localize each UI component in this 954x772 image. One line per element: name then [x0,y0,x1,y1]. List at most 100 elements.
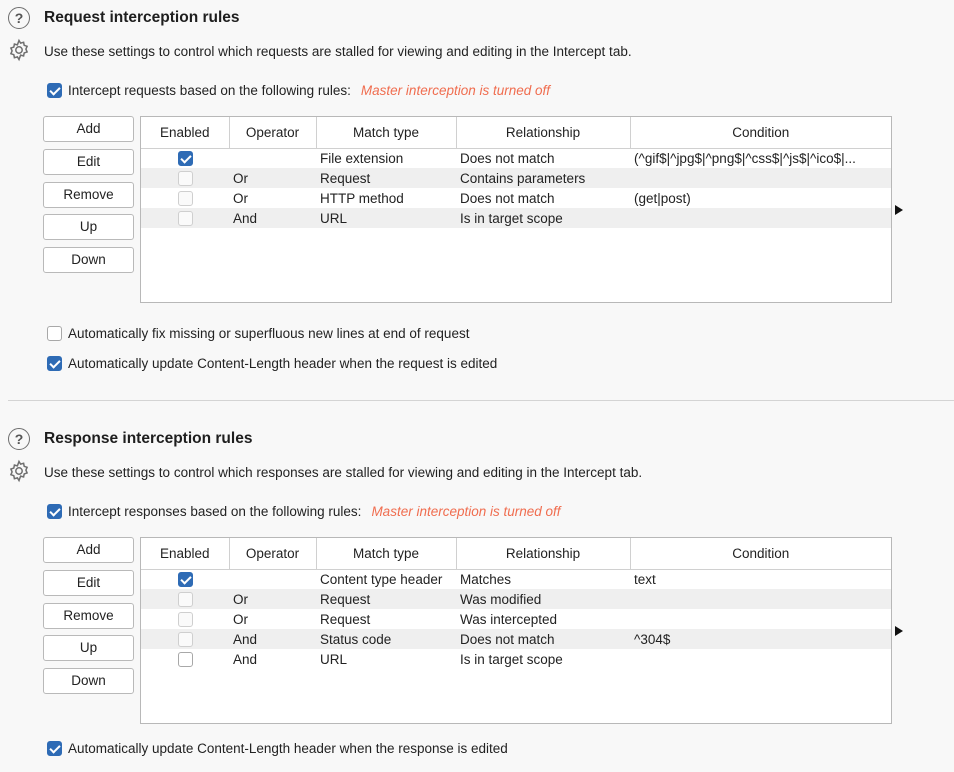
request-rules-table[interactable]: Enabled Operator Match type Relationship… [140,116,892,303]
column-relationship[interactable]: Relationship [456,538,631,570]
fix-newlines-option[interactable]: Automatically fix missing or superfluous… [47,326,469,341]
section-description: Use these settings to control which resp… [44,465,643,480]
enabled-cell[interactable] [141,609,229,629]
enabled-cell[interactable] [141,629,229,649]
gear-icon[interactable] [7,38,31,62]
help-icon[interactable]: ? [8,428,30,450]
add-button[interactable]: Add [43,116,134,142]
table-row[interactable]: And URL Is in target scope [141,208,891,228]
column-condition[interactable]: Condition [630,117,891,149]
response-interception-section: ? Response interception rules Use these … [0,421,954,772]
section-title: Response interception rules [44,430,253,447]
fix-newlines-checkbox[interactable] [47,326,62,341]
table-row[interactable]: Or Request Was modified [141,589,891,609]
condition-cell: ^304$ [630,629,891,649]
match-type-cell: HTTP method [320,190,404,206]
intercept-responses-checkbox[interactable] [47,504,62,519]
up-button[interactable]: Up [43,214,134,241]
response-rules-table[interactable]: Enabled Operator Match type Relationship… [140,537,892,724]
column-enabled[interactable]: Enabled [141,117,230,149]
match-type-cell: URL [320,651,348,667]
match-type-cell: Content type header [320,571,443,587]
add-button[interactable]: Add [43,537,134,563]
update-length-request-checkbox[interactable] [47,356,62,371]
match-type-cell: Request [320,611,371,627]
table-header: Enabled Operator Match type Relationship… [141,117,891,149]
expand-arrow-icon[interactable] [895,205,903,215]
enabled-cell[interactable] [141,168,229,188]
intercept-requests-checkbox[interactable] [47,83,62,98]
intercept-responses-option[interactable]: Intercept responses based on the followi… [47,504,561,519]
enabled-checkbox[interactable] [177,210,193,226]
match-type-cell: Request [316,589,456,609]
table-row[interactable]: And Status code Does not match ^304$ [141,629,891,649]
update-length-response-label: Automatically update Content-Length head… [68,741,508,756]
update-length-response-option[interactable]: Automatically update Content-Length head… [47,741,508,756]
relationship-cell: Was modified [456,589,630,609]
enabled-checkbox[interactable] [177,631,193,647]
column-relationship[interactable]: Relationship [456,117,631,149]
table-row[interactable]: Or HTTP method Does not match (get|post) [141,188,891,208]
relationship-cell: Is in target scope [460,651,563,667]
section-title: Request interception rules [44,9,240,26]
column-condition[interactable]: Condition [630,538,891,570]
condition-cell: (^gif$|^jpg$|^png$|^css$|^js$|^ico$|... [634,150,856,166]
relationship-cell: Matches [460,571,512,587]
enabled-checkbox[interactable] [177,170,193,186]
match-type-cell: URL [316,208,456,228]
operator-cell: Or [229,589,316,609]
enabled-cell[interactable] [141,589,229,609]
edit-button[interactable]: Edit [43,148,134,175]
down-button[interactable]: Down [43,247,134,274]
condition-cell: (get|post) [634,190,691,206]
remove-button[interactable]: Remove [43,602,134,629]
edit-button[interactable]: Edit [43,569,134,596]
down-button[interactable]: Down [43,668,134,695]
update-length-response-checkbox[interactable] [47,741,62,756]
relationship-cell: Does not match [460,190,555,206]
column-match-type[interactable]: Match type [316,117,457,149]
table-row[interactable]: File extension Does not match (^gif$|^jp… [141,148,891,168]
enabled-cell[interactable] [141,569,229,589]
enabled-checkbox[interactable] [177,572,193,588]
table-row[interactable]: Content type header Matches text [141,569,891,589]
match-type-cell: Request [316,168,456,188]
up-button[interactable]: Up [43,635,134,662]
master-interception-warning: Master interception is turned off [371,504,561,519]
enabled-checkbox[interactable] [177,611,193,627]
table-row[interactable]: And URL Is in target scope [141,649,891,669]
column-operator[interactable]: Operator [229,117,317,149]
intercept-requests-option[interactable]: Intercept requests based on the followin… [47,83,550,98]
enabled-checkbox[interactable] [177,151,193,167]
request-interception-section: ? Request interception rules Use these s… [0,0,954,400]
rule-buttons: Add Edit Remove Up Down [43,537,134,701]
intercept-requests-label: Intercept requests based on the followin… [68,83,351,98]
operator-cell: And [229,208,316,228]
column-operator[interactable]: Operator [229,538,317,570]
expand-arrow-icon[interactable] [895,626,903,636]
enabled-cell[interactable] [141,649,229,669]
enabled-checkbox[interactable] [177,651,193,667]
update-length-request-option[interactable]: Automatically update Content-Length head… [47,356,497,371]
enabled-cell[interactable] [141,188,229,208]
relationship-cell: Does not match [456,629,630,649]
enabled-checkbox[interactable] [177,190,193,206]
operator-cell: Or [233,190,248,206]
gear-icon[interactable] [7,459,31,483]
table-row[interactable]: Or Request Contains parameters [141,168,891,188]
help-icon[interactable]: ? [8,7,30,29]
operator-cell: And [233,651,258,667]
enabled-cell[interactable] [141,148,229,168]
match-type-cell: Status code [316,629,456,649]
section-divider [8,400,954,401]
remove-button[interactable]: Remove [43,181,134,208]
column-enabled[interactable]: Enabled [141,538,230,570]
enabled-checkbox[interactable] [177,591,193,607]
operator-cell [229,148,316,168]
table-row[interactable]: Or Request Was intercepted [141,609,891,629]
master-interception-warning: Master interception is turned off [360,83,551,98]
relationship-cell: Was intercepted [460,611,558,627]
enabled-cell[interactable] [141,208,229,228]
fix-newlines-label: Automatically fix missing or superfluous… [68,326,470,341]
column-match-type[interactable]: Match type [316,538,457,570]
